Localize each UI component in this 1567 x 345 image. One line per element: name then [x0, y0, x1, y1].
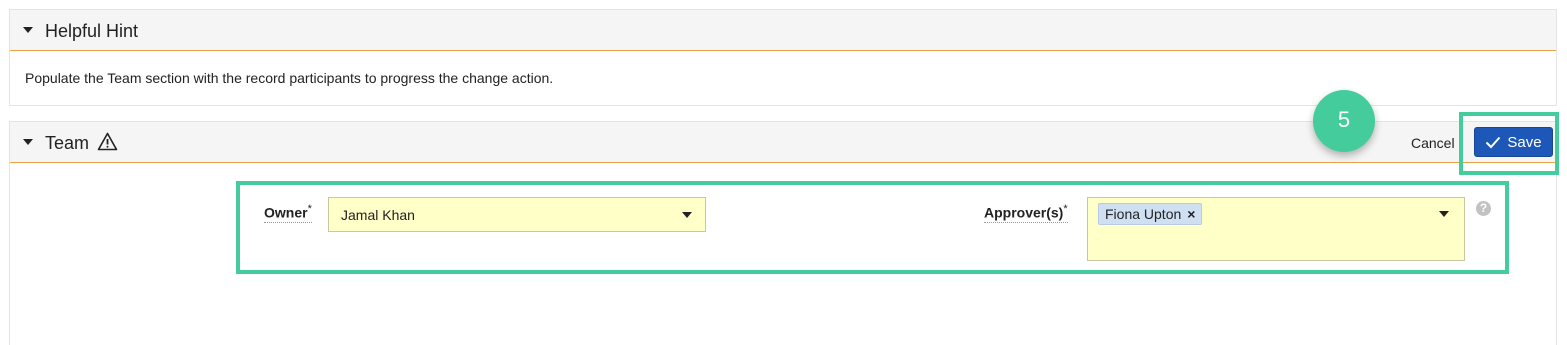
required-marker: * — [1063, 203, 1068, 215]
cancel-link[interactable]: Cancel — [1411, 135, 1455, 151]
approver-tag-label: Fiona Upton — [1105, 206, 1182, 222]
approvers-label-text: Approver(s) — [984, 204, 1064, 221]
checkmark-icon — [1486, 136, 1501, 148]
collapse-caret-icon[interactable] — [23, 139, 33, 145]
helpful-hint-panel: Helpful Hint Populate the Team section w… — [9, 9, 1557, 106]
approvers-label: Approver(s)* — [984, 203, 1068, 223]
owner-select-value: Jamal Khan — [341, 207, 415, 223]
approvers-multiselect[interactable]: Fiona Upton × — [1087, 197, 1465, 261]
collapse-caret-icon[interactable] — [23, 27, 33, 33]
remove-tag-icon[interactable]: × — [1187, 206, 1195, 222]
approver-tag: Fiona Upton × — [1098, 203, 1203, 225]
dropdown-caret-icon[interactable] — [1439, 211, 1449, 217]
step-number-badge: 5 — [1313, 90, 1375, 152]
helpful-hint-title: Helpful Hint — [45, 21, 139, 41]
save-button[interactable]: Save — [1474, 127, 1553, 157]
required-marker: * — [307, 203, 312, 215]
owner-label: Owner* — [264, 203, 312, 223]
helpful-hint-header[interactable]: Helpful Hint — [10, 10, 1556, 51]
help-icon[interactable]: ? — [1476, 201, 1491, 216]
warning-triangle-icon — [97, 132, 118, 156]
helpful-hint-message: Populate the Team section with the recor… — [25, 70, 554, 86]
owner-select[interactable]: Jamal Khan — [328, 197, 706, 232]
dropdown-caret-icon[interactable] — [682, 212, 692, 218]
owner-label-text: Owner — [264, 204, 308, 221]
save-button-label: Save — [1507, 133, 1542, 151]
team-title: Team — [45, 133, 90, 153]
